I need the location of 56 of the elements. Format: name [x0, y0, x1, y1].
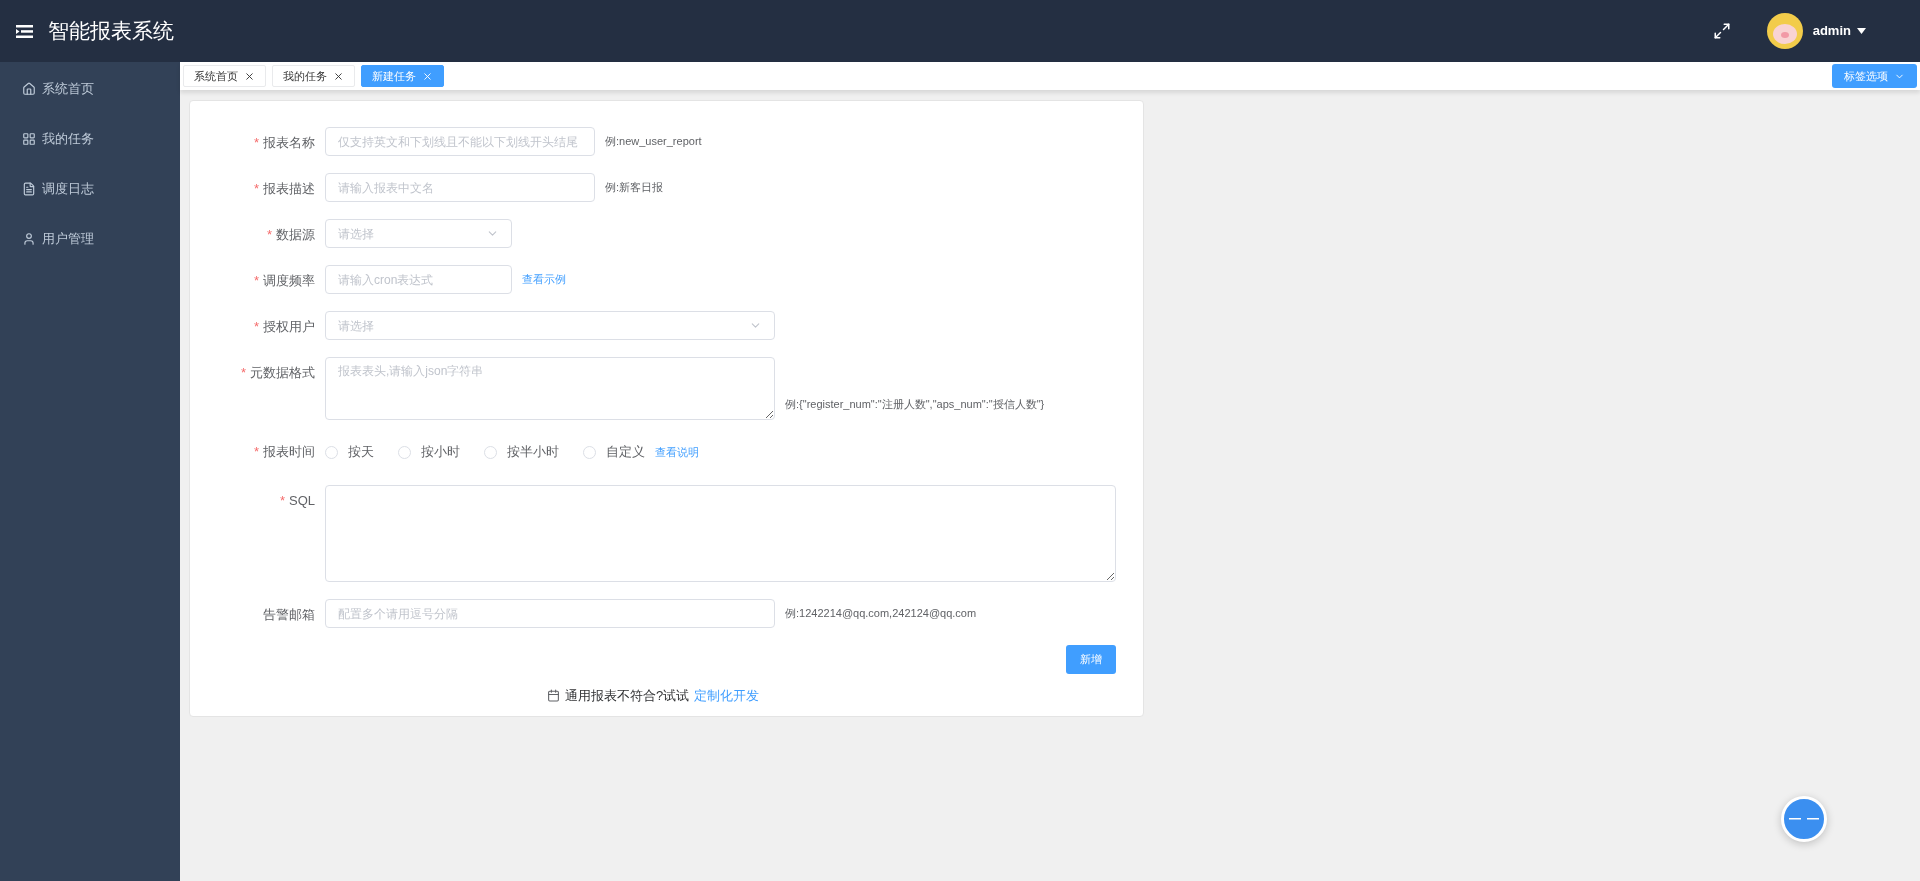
radio-button[interactable]	[398, 445, 411, 459]
close-icon[interactable]	[333, 70, 344, 82]
field-hint: 例:{"register_num":"注册人数","aps_num":"授信人数"}	[785, 396, 1045, 412]
field-label: 调度频率	[263, 272, 315, 290]
text-field[interactable]: 仅支持英文和下划线且不能以下划线开头结尾	[325, 127, 595, 156]
menu-icon[interactable]	[16, 24, 33, 38]
radio-button[interactable]	[583, 445, 596, 459]
field-label: 授权用户	[263, 318, 315, 336]
sidebar-item[interactable]: 调度日志	[0, 164, 180, 214]
required-mark: *	[240, 364, 246, 382]
sidebar-item[interactable]: 我的任务	[0, 114, 180, 164]
required-mark: *	[253, 318, 259, 336]
dash-icon	[1789, 817, 1819, 821]
required-mark: *	[253, 443, 259, 462]
field-label: 报表名称	[263, 134, 315, 152]
grid-icon	[22, 132, 36, 146]
calendar-icon	[546, 689, 560, 703]
field-hint: 例:新客日报	[605, 180, 664, 196]
radio-button[interactable]	[484, 445, 497, 459]
radio-option[interactable]: 按天	[325, 442, 374, 462]
user-icon	[22, 232, 36, 246]
select-placeholder: 请选择	[338, 225, 374, 243]
required-mark: *	[266, 226, 272, 244]
page-tab[interactable]: 我的任务	[272, 65, 355, 87]
text-field[interactable]: 请输入cron表达式	[325, 265, 512, 294]
field-label: 数据源	[276, 226, 315, 244]
sidebar-item[interactable]: 用户管理	[0, 214, 180, 264]
required-mark: *	[253, 272, 259, 290]
radio-option[interactable]: 按小时	[398, 442, 460, 462]
field-hint: 例:1242214@qq.com,242124@qq.com	[785, 606, 977, 622]
floating-action-button[interactable]	[1781, 796, 1827, 842]
fullscreen-icon[interactable]	[1712, 22, 1731, 40]
radio-option[interactable]: 自定义	[583, 442, 645, 462]
sidebar-item[interactable]: 系统首页	[0, 64, 180, 114]
select-placeholder: 请选择	[338, 317, 374, 335]
field-label: SQL	[289, 492, 315, 510]
footer-text: 通用报表不符合?试试	[564, 687, 690, 705]
radio-option[interactable]: 按半小时	[484, 442, 559, 462]
app-title: 智能报表系统	[48, 18, 174, 45]
house-icon	[22, 82, 36, 96]
avatar[interactable]	[1766, 13, 1803, 49]
field-label: 告警邮箱	[263, 606, 315, 624]
caret-icon[interactable]	[1857, 28, 1866, 34]
page-tab[interactable]: 系统首页	[183, 65, 266, 87]
field-label: 报表描述	[263, 180, 315, 198]
field-hint: 例:new_user_report	[605, 134, 702, 150]
document-icon	[22, 182, 36, 196]
required-mark: *	[253, 180, 259, 198]
field-label: 报表时间	[263, 443, 315, 462]
required-mark: *	[279, 492, 285, 510]
radio-button[interactable]	[325, 445, 338, 459]
close-icon[interactable]	[244, 70, 255, 82]
required-mark: *	[253, 134, 259, 152]
field-label: 元数据格式	[250, 364, 315, 382]
text-field[interactable]: 请输入报表中文名	[325, 173, 595, 202]
user-name[interactable]: admin	[1812, 21, 1851, 41]
